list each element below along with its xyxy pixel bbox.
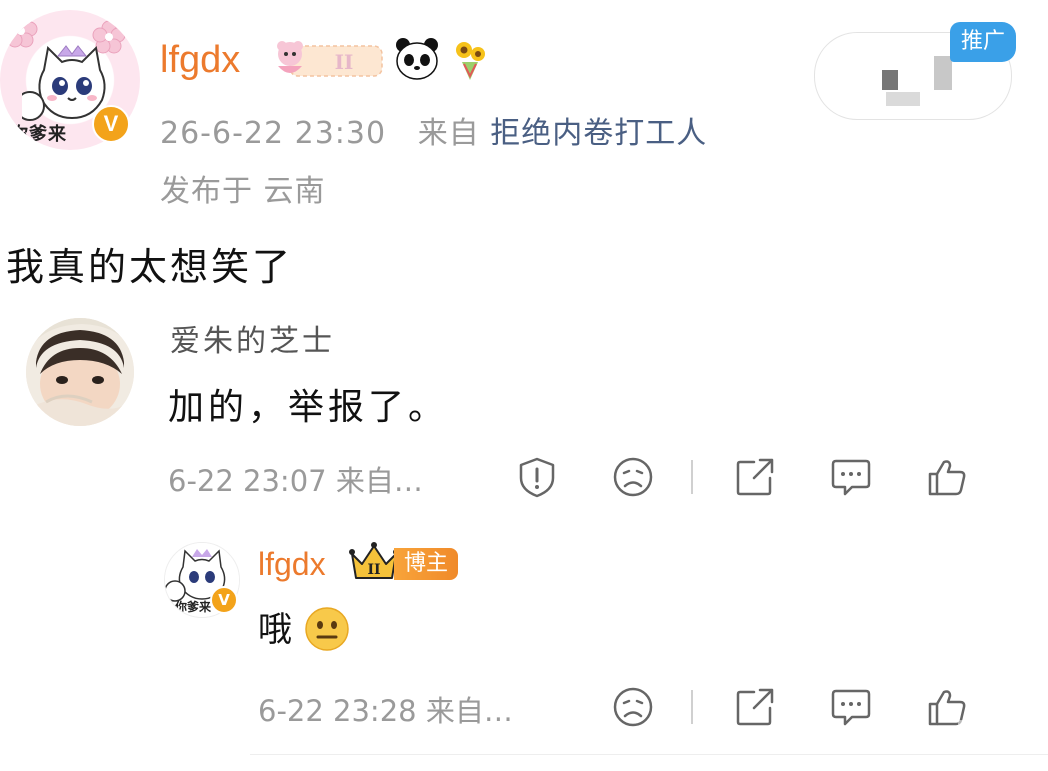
member-level-badge-icon: II bbox=[277, 41, 383, 77]
svg-text:II: II bbox=[367, 562, 380, 578]
blurred-content bbox=[934, 56, 952, 90]
separator bbox=[250, 754, 1048, 755]
reply-text: 哦 bbox=[258, 610, 292, 650]
like-icon[interactable] bbox=[926, 456, 968, 498]
svg-text:II: II bbox=[335, 50, 354, 74]
reply-author-name[interactable]: lfgdx bbox=[258, 542, 326, 586]
comment-meta: 6-22 23:07 来自… bbox=[168, 458, 423, 500]
blurred-content bbox=[882, 70, 898, 90]
reply-source: 来自… bbox=[425, 694, 513, 728]
reply-time: 6-22 23:28 bbox=[258, 694, 417, 728]
reply-meta: 6-22 23:28 来自… bbox=[258, 688, 513, 730]
post-meta: 26-6-22 23:30 来自 拒绝内卷打工人 bbox=[160, 108, 707, 152]
actions-divider bbox=[691, 460, 693, 494]
report-icon[interactable] bbox=[516, 456, 558, 498]
commenter-name[interactable]: 爱朱的芝士 bbox=[170, 316, 335, 360]
comment-icon[interactable] bbox=[830, 686, 872, 728]
source-link[interactable]: 拒绝内卷打工人 bbox=[490, 116, 707, 151]
blogger-badge: 博主 bbox=[394, 548, 459, 580]
post-location: 发布于 云南 bbox=[160, 174, 326, 209]
promo-tag[interactable]: 推广 bbox=[950, 22, 1016, 62]
source-prefix: 来自 bbox=[417, 116, 480, 151]
comment-text: 加的，举报了。 bbox=[168, 387, 449, 428]
commenter-avatar[interactable] bbox=[26, 318, 134, 426]
share-icon[interactable] bbox=[734, 686, 776, 728]
comment-icon[interactable] bbox=[830, 456, 872, 498]
share-icon[interactable] bbox=[734, 456, 776, 498]
neutral-face-emoji-icon bbox=[305, 607, 349, 651]
crown-icon: II bbox=[349, 542, 399, 579]
post-timestamp: 26-6-22 23:30 bbox=[160, 116, 387, 151]
comment-source: 来自… bbox=[335, 464, 423, 498]
avatar-caption: 你爹来 bbox=[10, 124, 67, 145]
comment-time: 6-22 23:07 bbox=[168, 464, 327, 498]
svg-text:你爹来: 你爹来 bbox=[174, 599, 212, 614]
dislike-icon[interactable] bbox=[612, 456, 654, 498]
dislike-icon[interactable] bbox=[612, 686, 654, 728]
actions-divider bbox=[691, 690, 693, 724]
blurred-content bbox=[886, 92, 920, 106]
verified-badge-icon: V bbox=[210, 586, 238, 614]
post-body-text: 我真的太想笑了 bbox=[6, 245, 294, 289]
verified-badge-icon: V bbox=[92, 105, 130, 143]
sunflower-bouquet-icon bbox=[456, 42, 485, 80]
panda-icon bbox=[396, 38, 438, 80]
watermark-overlay bbox=[958, 720, 1048, 764]
post-author-name[interactable]: lfgdx bbox=[160, 36, 240, 84]
commenter-photo bbox=[26, 318, 134, 426]
